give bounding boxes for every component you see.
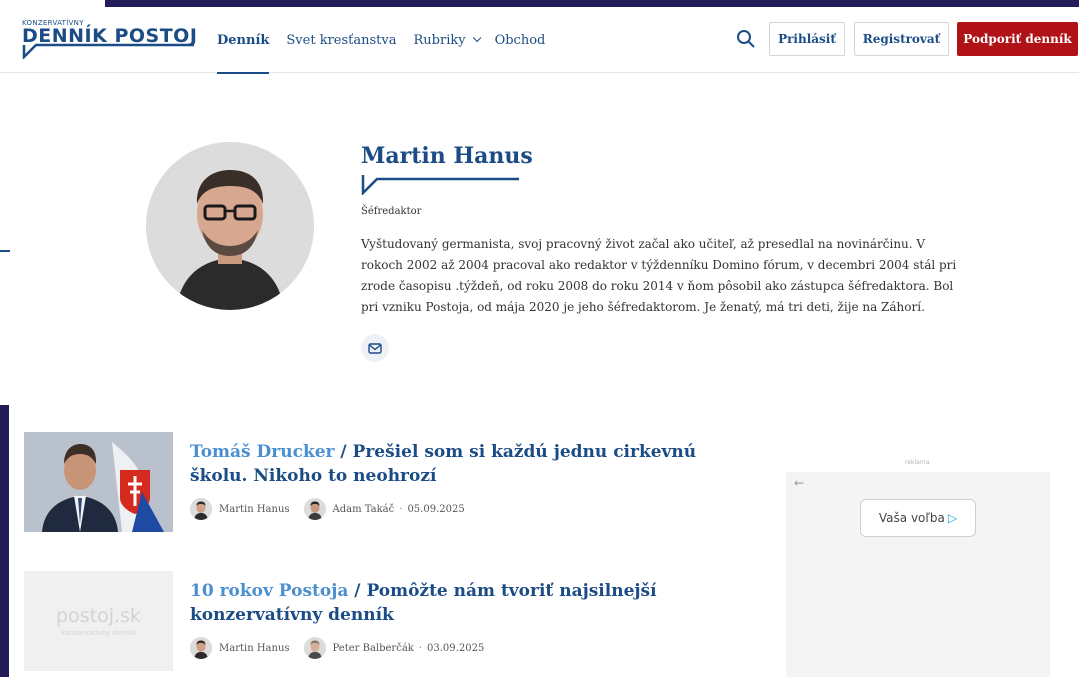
article-date: 05.09.2025: [407, 503, 465, 515]
chevron-down-icon: [472, 33, 481, 43]
avatar: [190, 498, 212, 520]
article-author[interactable]: Peter Balberčák: [333, 643, 414, 654]
nav-item-svet-krestanstva[interactable]: Svet kresťanstva: [286, 7, 396, 73]
title-separator: /: [348, 581, 367, 601]
avatar: [303, 637, 326, 659]
ad-box[interactable]: ← Vaša voľba ▷: [786, 472, 1050, 677]
site-logo[interactable]: KONZERVATÍVNY DENNÍK POSTOJ: [22, 19, 197, 65]
article-kicker: Tomáš Drucker: [190, 442, 335, 462]
main-nav: Denník Svet kresťanstva Rubriky Obchod: [217, 7, 562, 74]
register-button[interactable]: Registrovať: [854, 22, 949, 56]
article-author[interactable]: Martin Hanus: [219, 504, 290, 515]
article-author[interactable]: Adam Takáč: [333, 504, 395, 515]
name-underline: [361, 175, 519, 195]
article-meta: Martin Hanus Peter Balberčák · 03.09.202…: [190, 637, 484, 659]
back-arrow-icon[interactable]: ←: [794, 476, 804, 490]
author-bio: Vyštudovaný germanista, svoj pracovný ži…: [361, 237, 957, 314]
article-author[interactable]: Martin Hanus: [219, 643, 290, 654]
avatar: [303, 498, 326, 520]
ad-choice-label: Vaša voľba: [878, 511, 945, 525]
placeholder-logo: postoj.sk konzervatívny denník: [24, 571, 173, 671]
placeholder-logo-subtext: konzervatívny denník: [60, 629, 137, 637]
nav-label: Svet kresťanstva: [286, 32, 397, 48]
search-icon[interactable]: [736, 29, 756, 49]
article-thumbnail[interactable]: [24, 432, 173, 532]
ad-label: reklama: [905, 459, 930, 466]
author-avatar: [146, 142, 314, 310]
window-top-border: [105, 0, 1079, 7]
article-title[interactable]: 10 rokov Postoja / Pomôžte nám tvoriť na…: [190, 579, 750, 627]
author-name: Martin Hanus: [361, 143, 533, 169]
logo-underline: [22, 43, 194, 59]
article-date: 03.09.2025: [427, 642, 485, 654]
login-button[interactable]: Prihlásiť: [769, 22, 845, 56]
ad-choice-button[interactable]: Vaša voľba ▷: [860, 499, 976, 537]
article-kicker: 10 rokov Postoja: [190, 581, 349, 601]
placeholder-logo-text: postoj.sk: [56, 605, 141, 627]
meta-separator: ·: [399, 503, 403, 515]
article-title[interactable]: Tomáš Drucker / Prešiel som si každú jed…: [190, 440, 750, 488]
mail-icon: [368, 342, 382, 354]
nav-item-obchod[interactable]: Obchod: [495, 7, 546, 73]
nav-label: Obchod: [494, 32, 546, 48]
article-card[interactable]: postoj.sk konzervatívny denník 10 rokov …: [24, 571, 764, 671]
window-left-border: [0, 405, 9, 677]
article-thumbnail[interactable]: postoj.sk konzervatívny denník: [24, 571, 173, 671]
author-role: Šéfredaktor: [361, 206, 422, 217]
support-button[interactable]: Podporiť denník: [957, 22, 1078, 56]
avatar: [190, 637, 212, 659]
site-header: KONZERVATÍVNY DENNÍK POSTOJ Denník Svet …: [0, 7, 1079, 74]
article-meta: Martin Hanus Adam Takáč · 05.09.2025: [190, 498, 465, 520]
mail-button[interactable]: [361, 334, 389, 362]
nav-item-dennik[interactable]: Denník: [217, 7, 270, 74]
nav-label: Rubriky: [413, 32, 466, 48]
article-image: [24, 432, 173, 532]
meta-separator: ·: [418, 642, 423, 654]
nav-label: Denník: [217, 32, 270, 48]
left-edge-line: [0, 250, 10, 252]
title-separator: /: [334, 442, 353, 462]
author-photo: [146, 142, 314, 310]
nav-item-rubriky[interactable]: Rubriky: [413, 7, 481, 73]
article-card[interactable]: Tomáš Drucker / Prešiel som si každú jed…: [24, 432, 764, 532]
play-icon: ▷: [947, 511, 958, 525]
